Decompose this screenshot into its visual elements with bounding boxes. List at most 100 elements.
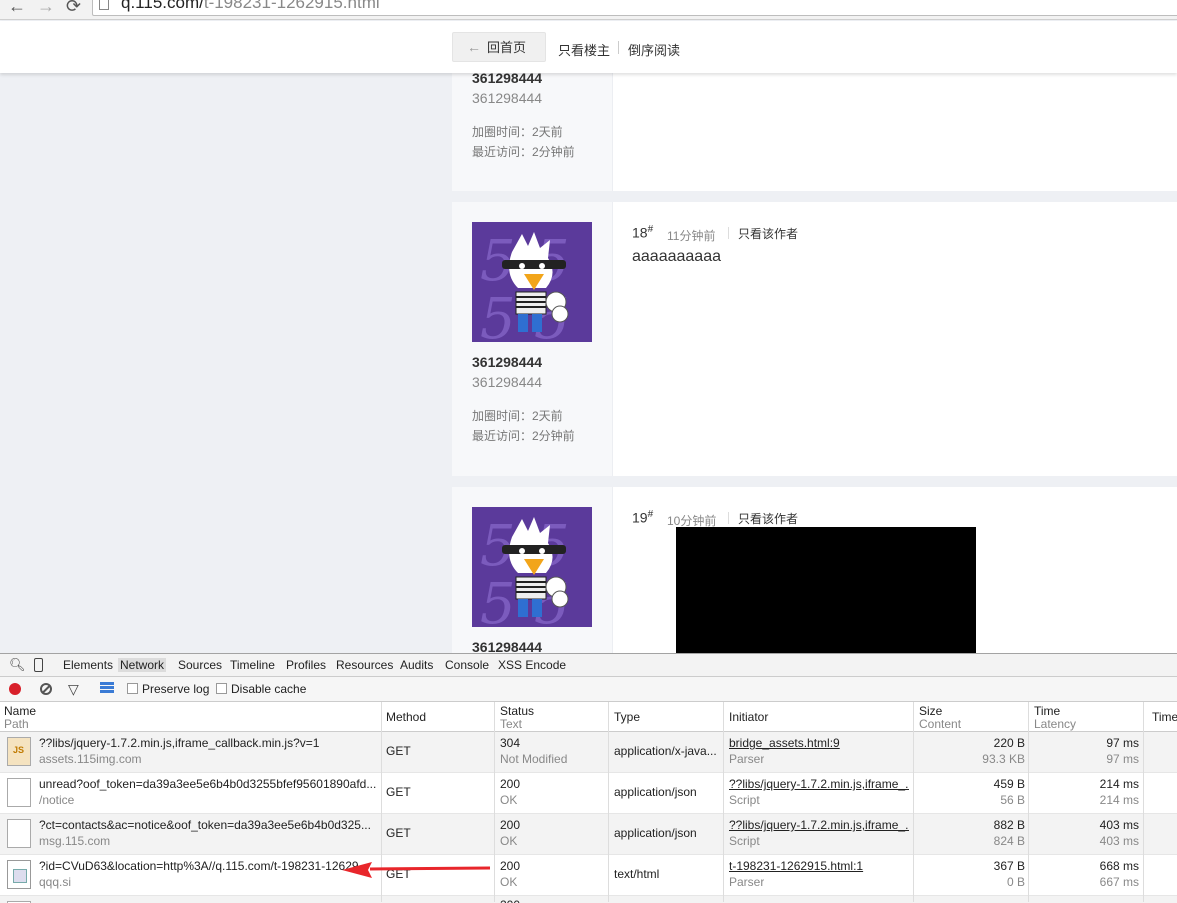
record-icon[interactable] xyxy=(9,683,21,695)
floor-value: 19 xyxy=(632,509,648,526)
col-size[interactable]: Size xyxy=(919,704,942,718)
search-icon[interactable]: 🔍︎ xyxy=(9,657,26,673)
content-size: 56 B xyxy=(1000,793,1025,807)
svg-text:5: 5 xyxy=(480,572,516,627)
status-text: Not Modified xyxy=(500,752,568,766)
back-icon[interactable]: ← xyxy=(8,0,26,15)
initiator-link[interactable]: ??libs/jquery-1.7.2.min.js,iframe_... xyxy=(729,818,909,832)
annotation-arrow-icon xyxy=(342,862,491,878)
avatar[interactable]: 5 5 5 5 xyxy=(472,507,592,627)
column-divider[interactable] xyxy=(723,702,724,902)
embedded-media[interactable] xyxy=(676,527,976,657)
reload-icon[interactable]: ⟳ xyxy=(66,0,81,15)
request-name: ... xyxy=(39,898,49,903)
initiator-link[interactable]: ??libs/jquery-1.7.2.min.js,iframe_... xyxy=(729,777,909,791)
col-latency[interactable]: Latency xyxy=(1034,717,1076,731)
tab-sources[interactable]: Sources xyxy=(178,658,222,672)
tab-audits[interactable]: Audits xyxy=(400,658,433,672)
column-divider[interactable] xyxy=(608,702,609,902)
home-button[interactable]: ← 回首页 xyxy=(452,32,546,62)
avatar[interactable]: 5 5 5 5 xyxy=(472,222,592,342)
image-file-icon xyxy=(7,860,31,889)
request-name: ?id=CVuD63&location=http%3A//q.115.com/t… xyxy=(39,859,369,873)
post-content: aaaaaaaaaa xyxy=(632,248,721,265)
status-text: OK xyxy=(500,834,518,848)
status-code: 200 xyxy=(500,818,521,832)
request-name: ?ct=contacts&ac=notice&oof_token=da39a3e… xyxy=(39,818,371,832)
only-author-link[interactable]: 只看该作者 xyxy=(738,225,798,242)
col-name[interactable]: Name xyxy=(4,704,36,718)
transfer-size: 220 B xyxy=(993,736,1025,750)
home-button-label: 回首页 xyxy=(487,40,527,55)
col-status[interactable]: Status xyxy=(500,704,534,718)
clear-icon[interactable] xyxy=(40,683,52,695)
devtools-panel: 🔍︎ Elements Network Sources Timeline Pro… xyxy=(0,653,1177,903)
address-bar[interactable]: q.115.com/t-198231-1262915.html xyxy=(92,0,1177,16)
url-host: q.115.com/ xyxy=(121,0,204,12)
request-path: msg.115.com xyxy=(39,834,111,848)
status-code: 200 xyxy=(500,859,521,873)
file-icon xyxy=(7,778,31,807)
col-timeline[interactable]: Time xyxy=(1152,710,1177,724)
tab-network[interactable]: Network xyxy=(118,658,167,672)
tab-elements[interactable]: Elements xyxy=(63,658,113,672)
post-time: 11分钟前 xyxy=(667,229,716,243)
devtools-tabbar: 🔍︎ Elements Network Sources Timeline Pro… xyxy=(0,654,1177,677)
col-status-text[interactable]: Text xyxy=(500,717,522,731)
request-path: assets.115img.com xyxy=(39,752,142,766)
network-toolbar: ▽ Preserve log Disable cache xyxy=(0,677,1177,702)
only-author-link[interactable]: 只看该作者 xyxy=(738,510,798,527)
column-divider[interactable] xyxy=(1028,702,1029,902)
tab-timeline[interactable]: Timeline xyxy=(230,658,275,672)
last-visit: 最近访问：2分钟前 xyxy=(472,429,575,443)
last-visit: 最近访问：2分钟前 xyxy=(472,145,575,159)
content-size: 93.3 KB xyxy=(982,752,1025,766)
request-type: application/x-java... xyxy=(614,744,717,758)
request-type: text/html xyxy=(614,867,660,881)
tab-profiles[interactable]: Profiles xyxy=(286,658,326,672)
col-type[interactable]: Type xyxy=(614,710,640,724)
request-latency: 403 ms xyxy=(1099,834,1139,848)
join-time: 加圈时间：2天前 xyxy=(472,125,563,139)
author-name[interactable]: 361298444 xyxy=(472,354,542,370)
floor-number: 18# xyxy=(632,224,653,241)
join-time: 加圈时间：2天前 xyxy=(472,409,563,423)
post-card: 5 5 5 5 361298444 19# 10分钟前 只看该作者 xyxy=(452,487,1177,657)
col-content[interactable]: Content xyxy=(919,717,961,731)
col-method[interactable]: Method xyxy=(386,710,426,724)
transfer-size: 367 B xyxy=(993,859,1025,873)
tab-console[interactable]: Console xyxy=(445,658,489,672)
content-size: 0 B xyxy=(1006,875,1025,889)
table-row[interactable]: ?ct=contacts&ac=notice&oof_token=da39a3e… xyxy=(0,814,1177,855)
js-file-icon: JS xyxy=(7,737,31,766)
initiator-link[interactable]: bridge_assets.html:9 xyxy=(729,736,909,750)
table-row[interactable]: JS ??libs/jquery-1.7.2.min.js,iframe_cal… xyxy=(0,732,1177,773)
request-time: 668 ms xyxy=(1099,859,1139,873)
filter-icon[interactable]: ▽ xyxy=(68,681,79,698)
tab-xss-encode[interactable]: XSS Encode xyxy=(498,658,566,672)
table-row[interactable]: unread?oof_token=da39a3ee5e6b4b0d3255bfe… xyxy=(0,773,1177,814)
col-time[interactable]: Time xyxy=(1034,704,1060,718)
tab-resources[interactable]: Resources xyxy=(336,658,393,672)
table-row[interactable]: ... 200 xyxy=(0,896,1177,903)
col-initiator[interactable]: Initiator xyxy=(729,710,768,724)
request-time: 214 ms xyxy=(1099,777,1139,791)
forward-icon[interactable]: → xyxy=(37,0,55,15)
col-path[interactable]: Path xyxy=(4,717,29,731)
initiator-link[interactable]: t-198231-1262915.html:1 xyxy=(729,859,909,873)
floor-number: 19# xyxy=(632,509,653,526)
request-method: GET xyxy=(386,785,411,799)
device-mode-icon[interactable] xyxy=(34,658,43,672)
disable-cache-checkbox[interactable] xyxy=(216,683,227,694)
preserve-log-checkbox[interactable] xyxy=(127,683,138,694)
view-list-icon[interactable] xyxy=(100,682,114,693)
column-divider[interactable] xyxy=(913,702,914,902)
column-divider[interactable] xyxy=(1143,702,1144,902)
url-path: t-198231-1262915.html xyxy=(203,0,380,12)
table-row[interactable]: ?id=CVuD63&location=http%3A//q.115.com/t… xyxy=(0,855,1177,896)
request-name: unread?oof_token=da39a3ee5e6b4b0d3255bfe… xyxy=(39,777,377,791)
post-author-panel: 5 5 5 5 361298444 361298444 加圈时间：2天前 最近访… xyxy=(452,202,613,476)
initiator-type: Parser xyxy=(729,875,765,889)
only-op-link[interactable]: 只看楼主 xyxy=(558,40,610,59)
reverse-order-link[interactable]: 倒序阅读 xyxy=(628,40,680,59)
